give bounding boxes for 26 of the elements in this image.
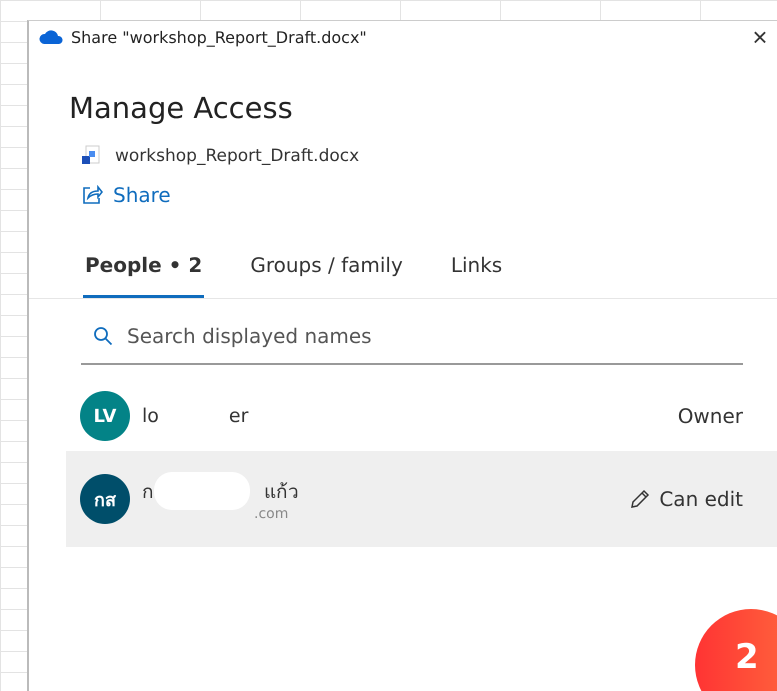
avatar: LV	[80, 391, 130, 441]
tab[interactable]: Groups / family	[248, 253, 405, 298]
person-row[interactable]: LV lo er Owner	[66, 381, 777, 451]
step-badge: 2	[695, 609, 777, 691]
avatar: กส	[80, 474, 130, 524]
document-icon	[81, 145, 101, 167]
share-icon	[81, 185, 103, 205]
search-field[interactable]: Search displayed names	[125, 323, 731, 349]
window-title: Share "workshop_Report_Draft.docx"	[71, 28, 368, 46]
cloud-icon	[39, 30, 63, 44]
person-name: แก้ว	[264, 480, 299, 505]
permission-button[interactable]: Owner	[678, 404, 743, 428]
person-row[interactable]: กส ก แก้ว .com Can edit	[66, 451, 777, 547]
permission-button[interactable]: Can edit	[629, 487, 743, 511]
share-link[interactable]: Share	[81, 183, 171, 207]
dialog-heading: Manage Access	[69, 91, 294, 125]
person-name: lo	[142, 405, 159, 427]
close-button[interactable]: ×	[745, 24, 775, 50]
pencil-icon	[629, 488, 652, 510]
search-icon	[93, 326, 113, 346]
file-name: workshop_Report_Draft.docx	[115, 146, 360, 166]
person-name: er	[228, 405, 248, 427]
tab[interactable]: People • 2	[83, 253, 204, 298]
person-name: ก	[142, 480, 154, 505]
person-email: .com	[254, 506, 290, 522]
tab[interactable]: Links	[448, 253, 504, 298]
